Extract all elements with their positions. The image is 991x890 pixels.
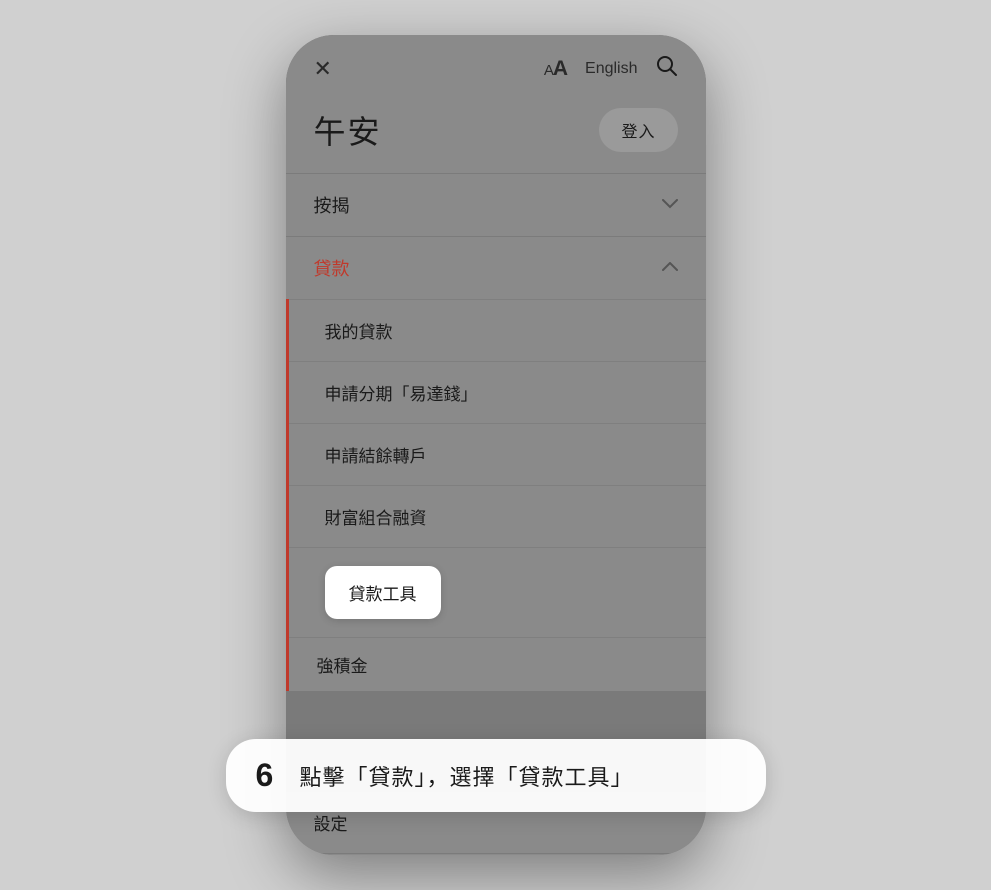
balance-transfer-label: 申請結餘轉戶 xyxy=(325,442,427,467)
language-button[interactable]: English xyxy=(585,60,637,78)
font-size-button[interactable]: AA xyxy=(544,57,567,81)
top-right-controls: AA English xyxy=(544,55,678,83)
menu-item-loan[interactable]: 貸款 xyxy=(286,236,706,299)
loan-submenu: 我的貸款 申請分期「易達錢」 申請結餘轉戶 財富組合融資 xyxy=(286,299,706,691)
loan-tools-bubble: 貸款工具 xyxy=(325,566,441,619)
my-loan-label: 我的貸款 xyxy=(325,318,393,343)
submenu-balance-transfer[interactable]: 申請結餘轉戶 xyxy=(289,423,706,485)
menu-content: 按揭 貸款 xyxy=(286,173,706,691)
submenu-my-loan[interactable]: 我的貸款 xyxy=(289,299,706,361)
feedback-item[interactable]: 意見反映(一般查詢/刪除賬戶) xyxy=(286,853,706,855)
greeting-text: 午安 xyxy=(314,107,382,153)
login-button[interactable]: 登入 xyxy=(599,108,677,152)
small-a: A xyxy=(544,62,553,79)
step-number: 6 xyxy=(256,757,286,794)
search-button[interactable] xyxy=(656,55,678,83)
greeting-row: 午安 登入 xyxy=(286,99,706,173)
submenu-mpf[interactable]: 強積金 xyxy=(289,637,706,691)
loan-chevron xyxy=(662,259,678,277)
submenu-installment[interactable]: 申請分期「易達錢」 xyxy=(289,361,706,423)
submenu-wealth-financing[interactable]: 財富組合融資 xyxy=(289,485,706,547)
installment-label: 申請分期「易達錢」 xyxy=(325,380,478,405)
phone-frame: ✕ AA English 午安 登入 xyxy=(286,35,706,855)
loan-tools-label: 貸款工具 xyxy=(349,585,417,604)
mortgage-label: 按揭 xyxy=(314,192,350,218)
wealth-financing-label: 財富組合融資 xyxy=(325,504,427,529)
big-a: A xyxy=(553,57,567,80)
instruction-text: 點擊「貸款」，選擇「貸款工具」 xyxy=(300,760,634,792)
top-bar: ✕ AA English xyxy=(286,35,706,99)
submenu-loan-tools[interactable]: 貸款工具 xyxy=(289,547,706,637)
menu-item-mortgage[interactable]: 按揭 xyxy=(286,173,706,236)
close-button[interactable]: ✕ xyxy=(314,58,332,80)
mortgage-chevron xyxy=(662,196,678,214)
loan-label: 貸款 xyxy=(314,255,350,281)
phone-screen: ✕ AA English 午安 登入 xyxy=(286,35,706,855)
instruction-tooltip: 6 點擊「貸款」，選擇「貸款工具」 xyxy=(226,739,766,812)
